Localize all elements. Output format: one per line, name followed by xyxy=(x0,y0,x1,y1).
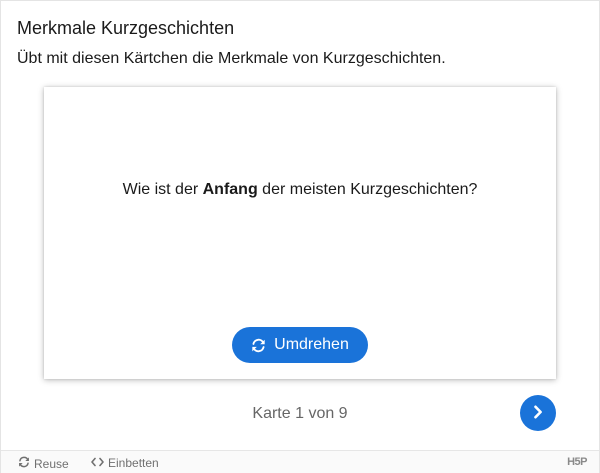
page-title: Merkmale Kurzgeschichten xyxy=(17,18,235,38)
refresh-icon xyxy=(251,338,266,353)
chevron-right-icon xyxy=(531,404,545,422)
embed-label: Einbetten xyxy=(108,456,159,470)
question-text-end: der meisten Kurzgeschichten? xyxy=(257,181,478,198)
flashcard: Wie ist der Anfang der meisten Kurzgesch… xyxy=(44,87,556,379)
card-progress: Karte 1 von 9 xyxy=(252,405,348,422)
footer-bar: Reuse Einbetten H5P xyxy=(1,450,599,473)
h5p-logo[interactable]: H5P xyxy=(567,456,587,468)
flip-button[interactable]: Umdrehen xyxy=(232,327,368,363)
reuse-label: Reuse xyxy=(34,456,69,471)
card-question: Wie ist der Anfang der meisten Kurzgesch… xyxy=(44,181,556,199)
flip-button-label: Umdrehen xyxy=(274,336,349,353)
code-icon xyxy=(91,456,104,470)
reuse-icon xyxy=(18,456,30,471)
next-card-button[interactable] xyxy=(520,395,556,431)
embed-button[interactable]: Einbetten xyxy=(91,456,159,470)
question-highlight: Anfang xyxy=(202,181,258,198)
question-text-start: Wie ist der xyxy=(122,181,203,198)
task-description: Übt mit diesen Kärtchen die Merkmale von… xyxy=(17,50,446,67)
reuse-button[interactable]: Reuse xyxy=(18,456,69,471)
h5p-content-frame: Merkmale Kurzgeschichten Übt mit diesen … xyxy=(0,0,600,473)
